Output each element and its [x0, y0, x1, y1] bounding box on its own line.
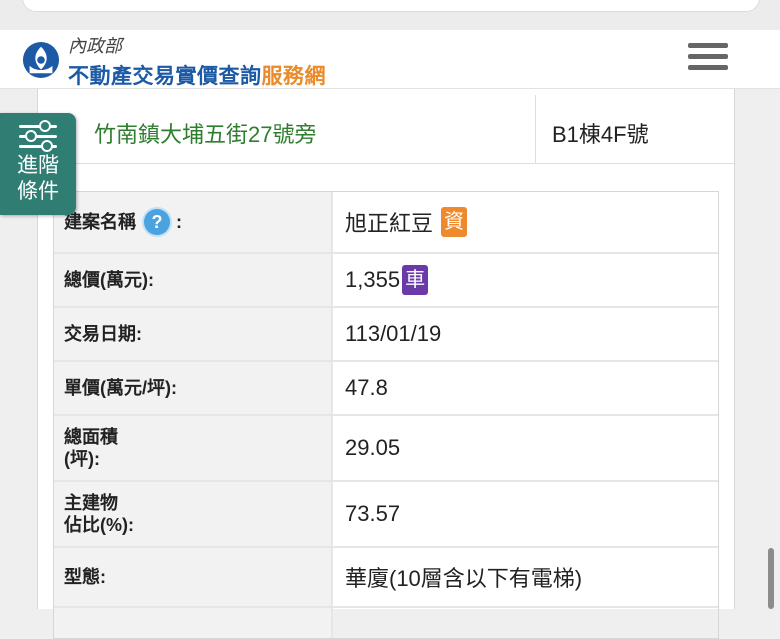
- detail-row-main-building: 主建物 佔比(%): 73.57: [54, 482, 718, 548]
- detail-row-unit-price: 單價(萬元/坪): 47.8: [54, 362, 718, 416]
- listing-unit: B1棟4F號: [552, 122, 649, 147]
- browser-top-strip: [0, 0, 780, 30]
- unit-price-value: 47.8: [345, 375, 388, 400]
- parking-badge[interactable]: 車: [402, 265, 429, 295]
- main-building-value: 73.57: [345, 501, 401, 526]
- site-header: 內政部 不動產交易實價查詢服務網: [0, 30, 780, 89]
- address-cell: 竹南鎮大埔五街27號旁: [38, 95, 536, 163]
- ministry-logo-icon[interactable]: [22, 41, 60, 79]
- detail-row-total-price: 總價(萬元): 1,355 車: [54, 254, 718, 308]
- detail-table: 建案名稱 ? : 旭正紅豆 資 總價(萬元): 1,355 車 交易日期: 11…: [53, 191, 719, 639]
- advanced-filter-button[interactable]: 進階 條件: [0, 113, 76, 215]
- listing-address[interactable]: 竹南鎮大埔五街27號旁: [94, 117, 316, 149]
- detail-row-type: 型態: 華廈(10層含以下有電梯): [54, 548, 718, 608]
- ministry-name: 內政部: [68, 36, 122, 57]
- total-price: 1,355: [345, 267, 401, 292]
- detail-row-trade-date: 交易日期: 113/01/19: [54, 308, 718, 362]
- total-area-label: 總面積 (坪):: [54, 416, 333, 480]
- address-bar[interactable]: [22, 0, 760, 12]
- sliders-icon: [19, 120, 57, 152]
- listing-row[interactable]: 竹南鎮大埔五街27號旁 B1棟4F號: [31, 95, 734, 164]
- total-area-value: 29.05: [345, 435, 401, 460]
- detail-row-total-area: 總面積 (坪): 29.05: [54, 416, 718, 482]
- detail-row-project: 建案名稱 ? : 旭正紅豆 資: [54, 192, 718, 254]
- project-name-label: 建案名稱 ? :: [54, 192, 333, 252]
- detail-row-next: [54, 608, 718, 638]
- trade-date-label: 交易日期:: [54, 308, 333, 360]
- project-name-value: 旭正紅豆 資: [333, 192, 718, 252]
- unit-price-label: 單價(萬元/坪):: [54, 362, 333, 414]
- project-name: 旭正紅豆: [345, 211, 434, 236]
- main-building-label: 主建物 佔比(%):: [54, 482, 333, 546]
- type-label: 型態:: [54, 548, 333, 606]
- project-info-badge[interactable]: 資: [441, 207, 468, 237]
- total-price-value: 1,355 車: [333, 254, 718, 306]
- scrollbar[interactable]: [768, 548, 774, 609]
- type-value: 華廈(10層含以下有電梯): [345, 566, 583, 591]
- hamburger-menu-icon[interactable]: [688, 43, 728, 75]
- site-title-main: 不動產交易實價查詢: [68, 65, 262, 88]
- trade-date-value: 113/01/19: [345, 321, 442, 346]
- total-price-label: 總價(萬元):: [54, 254, 333, 306]
- filter-label-line2: 條件: [17, 180, 59, 203]
- site-title-accent: 服務網: [261, 65, 326, 88]
- question-circle-icon[interactable]: ?: [144, 209, 170, 235]
- site-title[interactable]: 不動產交易實價查詢服務網: [68, 60, 326, 90]
- filter-label-line1: 進階: [17, 154, 59, 177]
